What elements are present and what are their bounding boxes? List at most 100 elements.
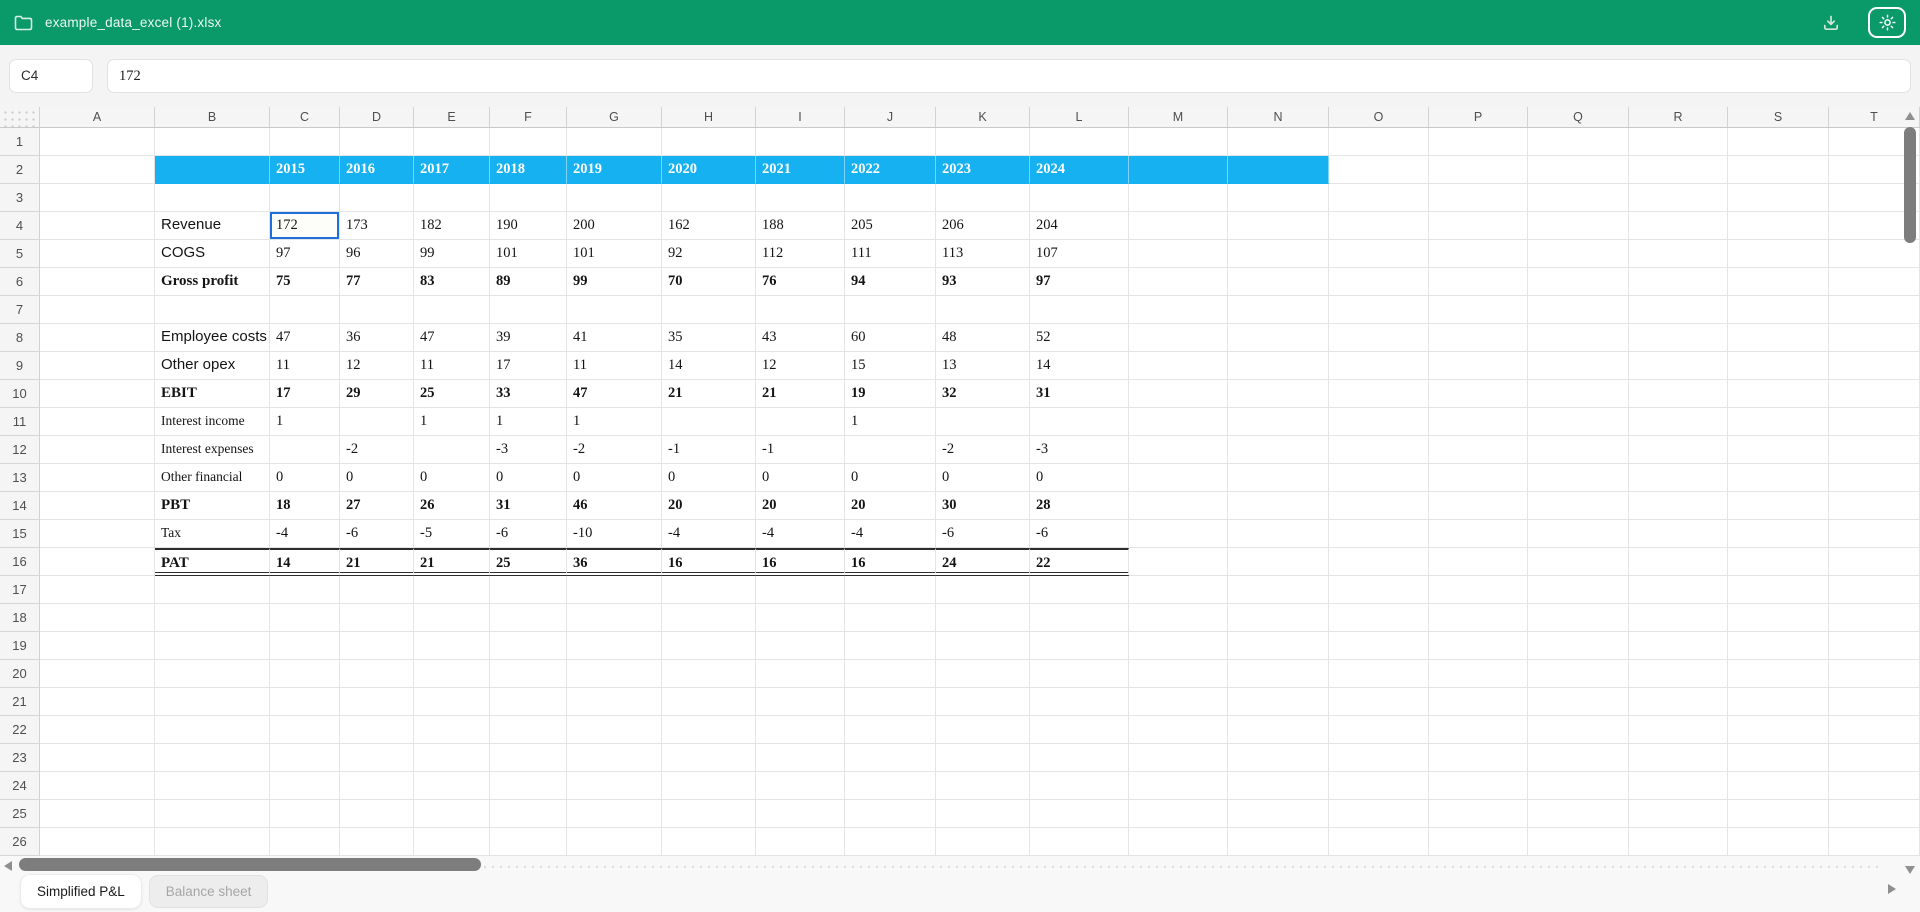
cell-N4[interactable] (1228, 212, 1329, 240)
cell-O14[interactable] (1329, 492, 1429, 520)
cell-D14[interactable]: 27 (340, 492, 414, 520)
cell-R11[interactable] (1629, 408, 1728, 436)
cell-B14[interactable]: PBT (155, 492, 270, 520)
cell-C24[interactable] (270, 772, 340, 800)
cell-Q19[interactable] (1528, 632, 1629, 660)
cell-B12[interactable]: Interest expenses (155, 436, 270, 464)
cell-D18[interactable] (340, 604, 414, 632)
cell-A25[interactable] (40, 800, 155, 828)
cell-N22[interactable] (1228, 716, 1329, 744)
cell-R12[interactable] (1629, 436, 1728, 464)
cell-K25[interactable] (936, 800, 1030, 828)
cell-I14[interactable]: 20 (756, 492, 845, 520)
cell-G16[interactable]: 36 (567, 548, 662, 576)
cell-O19[interactable] (1329, 632, 1429, 660)
cell-B4[interactable]: Revenue (155, 212, 270, 240)
row-header-23[interactable]: 23 (0, 744, 40, 772)
cell-M10[interactable] (1129, 380, 1228, 408)
cell-I7[interactable] (756, 296, 845, 324)
cell-Q18[interactable] (1528, 604, 1629, 632)
cell-A23[interactable] (40, 744, 155, 772)
row-header-11[interactable]: 11 (0, 408, 40, 436)
cell-F17[interactable] (490, 576, 567, 604)
cell-F11[interactable]: 1 (490, 408, 567, 436)
cell-H1[interactable] (662, 128, 756, 156)
cell-H13[interactable]: 0 (662, 464, 756, 492)
cell-E2[interactable]: 2017 (414, 156, 490, 184)
cell-D8[interactable]: 36 (340, 324, 414, 352)
cell-I1[interactable] (756, 128, 845, 156)
cell-H19[interactable] (662, 632, 756, 660)
column-header-A[interactable]: A (40, 107, 155, 128)
cell-I8[interactable]: 43 (756, 324, 845, 352)
cell-M22[interactable] (1129, 716, 1228, 744)
cell-H11[interactable] (662, 408, 756, 436)
cell-Q8[interactable] (1528, 324, 1629, 352)
cell-I17[interactable] (756, 576, 845, 604)
cell-B8[interactable]: Employee costs (155, 324, 270, 352)
cell-G26[interactable] (567, 828, 662, 856)
cell-C21[interactable] (270, 688, 340, 716)
cell-S2[interactable] (1728, 156, 1829, 184)
cell-M18[interactable] (1129, 604, 1228, 632)
cell-G10[interactable]: 47 (567, 380, 662, 408)
cell-P19[interactable] (1429, 632, 1528, 660)
cell-F19[interactable] (490, 632, 567, 660)
cell-N23[interactable] (1228, 744, 1329, 772)
tab-simplified-pl[interactable]: Simplified P&L (21, 875, 141, 908)
cell-G23[interactable] (567, 744, 662, 772)
cell-I26[interactable] (756, 828, 845, 856)
cell-M8[interactable] (1129, 324, 1228, 352)
cell-B19[interactable] (155, 632, 270, 660)
cell-M9[interactable] (1129, 352, 1228, 380)
cell-R20[interactable] (1629, 660, 1728, 688)
cell-N16[interactable] (1228, 548, 1329, 576)
cell-F5[interactable]: 101 (490, 240, 567, 268)
cell-L15[interactable]: -6 (1030, 520, 1129, 548)
cell-E19[interactable] (414, 632, 490, 660)
cell-F8[interactable]: 39 (490, 324, 567, 352)
cell-N11[interactable] (1228, 408, 1329, 436)
cell-H20[interactable] (662, 660, 756, 688)
column-header-D[interactable]: D (340, 107, 414, 128)
cell-D19[interactable] (340, 632, 414, 660)
cell-Q25[interactable] (1528, 800, 1629, 828)
download-icon[interactable] (1822, 14, 1840, 32)
cell-J13[interactable]: 0 (845, 464, 936, 492)
cell-C9[interactable]: 11 (270, 352, 340, 380)
cell-G24[interactable] (567, 772, 662, 800)
cell-D25[interactable] (340, 800, 414, 828)
cell-C5[interactable]: 97 (270, 240, 340, 268)
cell-C20[interactable] (270, 660, 340, 688)
cell-G20[interactable] (567, 660, 662, 688)
cell-C17[interactable] (270, 576, 340, 604)
cell-N19[interactable] (1228, 632, 1329, 660)
cell-O10[interactable] (1329, 380, 1429, 408)
cell-I13[interactable]: 0 (756, 464, 845, 492)
cell-N2[interactable] (1228, 156, 1329, 184)
column-header-R[interactable]: R (1629, 107, 1728, 128)
cell-B5[interactable]: COGS (155, 240, 270, 268)
cell-H18[interactable] (662, 604, 756, 632)
select-all-corner[interactable] (0, 107, 40, 128)
cell-A10[interactable] (40, 380, 155, 408)
cell-I19[interactable] (756, 632, 845, 660)
cell-C22[interactable] (270, 716, 340, 744)
cell-D20[interactable] (340, 660, 414, 688)
cell-J24[interactable] (845, 772, 936, 800)
cell-R4[interactable] (1629, 212, 1728, 240)
cell-S21[interactable] (1728, 688, 1829, 716)
cell-Q11[interactable] (1528, 408, 1629, 436)
cell-Q15[interactable] (1528, 520, 1629, 548)
cell-N21[interactable] (1228, 688, 1329, 716)
cell-E26[interactable] (414, 828, 490, 856)
cell-D4[interactable]: 173 (340, 212, 414, 240)
cell-E22[interactable] (414, 716, 490, 744)
cell-K20[interactable] (936, 660, 1030, 688)
column-header-E[interactable]: E (414, 107, 490, 128)
theme-toggle-button[interactable] (1868, 7, 1906, 38)
cell-E17[interactable] (414, 576, 490, 604)
cell-K9[interactable]: 13 (936, 352, 1030, 380)
cell-E24[interactable] (414, 772, 490, 800)
cell-L20[interactable] (1030, 660, 1129, 688)
